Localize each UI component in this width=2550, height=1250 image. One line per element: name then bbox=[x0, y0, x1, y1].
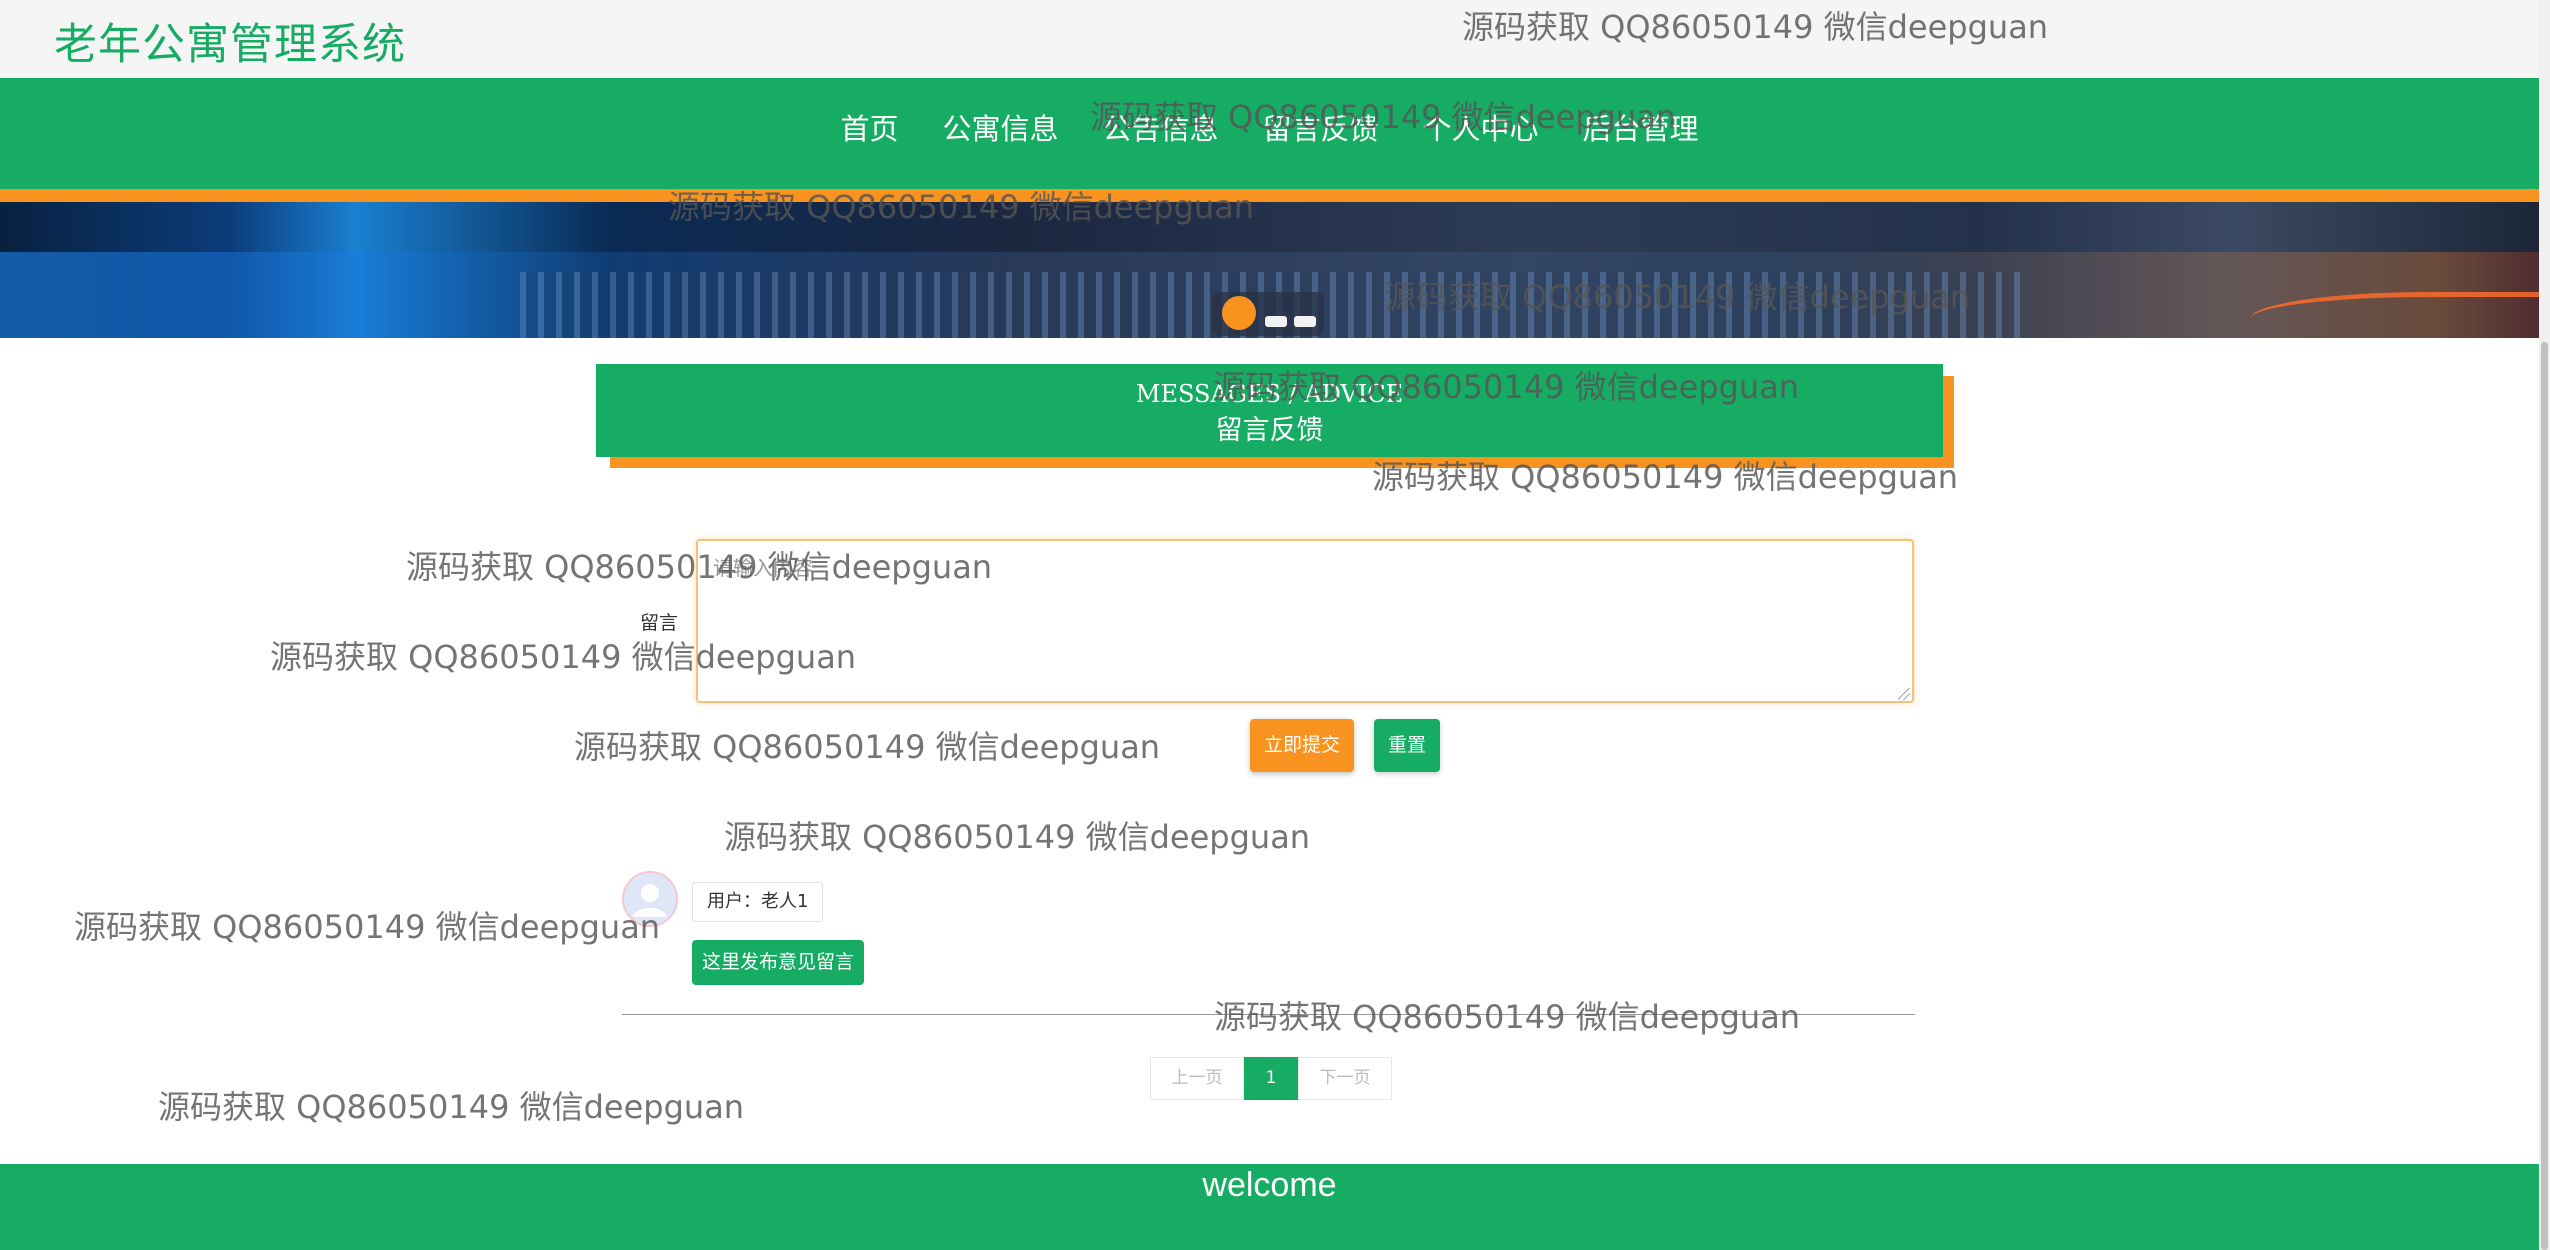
watermark-text: 源码获取 QQ86050149 微信deepguan bbox=[724, 818, 1311, 856]
message-placeholder: 请输入内容 bbox=[713, 556, 813, 580]
watermark-text: 源码获取 QQ86050149 微信deepguan bbox=[574, 728, 1161, 766]
watermark-text: 源码获取 QQ86050149 微信deepguan bbox=[74, 908, 661, 946]
carousel-dot[interactable] bbox=[1265, 316, 1287, 327]
nav-item-personal-center[interactable]: 个人中心 bbox=[1421, 106, 1541, 148]
watermark-text: 源码获取 QQ86050149 微信deepguan bbox=[1214, 998, 1801, 1036]
section-title-cn: 留言反馈 bbox=[1215, 415, 1324, 446]
pagination: 上一页 1 下一页 bbox=[1150, 1057, 1392, 1100]
site-title: 老年公寓管理系统 bbox=[54, 20, 406, 70]
submit-button[interactable]: 立即提交 bbox=[1250, 719, 1354, 772]
nav-item-admin[interactable]: 后台管理 bbox=[1581, 106, 1701, 148]
nav-accent-stripe bbox=[0, 189, 2539, 202]
prev-page-button[interactable]: 上一页 bbox=[1150, 1057, 1244, 1100]
message-content: 这里发布意见留言 bbox=[692, 940, 865, 985]
footer: welcome bbox=[0, 1164, 2539, 1250]
nav-item-announcements[interactable]: 公告信息 bbox=[1100, 106, 1220, 148]
scrollbar-thumb[interactable] bbox=[2541, 342, 2548, 1250]
carousel-dot[interactable] bbox=[1294, 316, 1316, 327]
nav-item-feedback[interactable]: 留言反馈 bbox=[1261, 106, 1381, 148]
user-avatar-icon bbox=[622, 871, 678, 927]
section-title: MESSAGES / ADVICE 留言反馈 bbox=[596, 364, 1943, 457]
nav-item-apartment-info[interactable]: 公寓信息 bbox=[940, 106, 1060, 148]
message-textarea[interactable] bbox=[696, 539, 1914, 703]
nav-item-home[interactable]: 首页 bbox=[838, 106, 900, 148]
page-number-current[interactable]: 1 bbox=[1244, 1057, 1298, 1100]
message-divider bbox=[622, 1014, 1915, 1015]
watermark-text: 源码获取 QQ86050149 微信deepguan bbox=[158, 1088, 745, 1126]
footer-text: welcome bbox=[1202, 1166, 1337, 1204]
resize-handle-icon[interactable] bbox=[1898, 688, 1910, 700]
message-label: 留言 bbox=[640, 612, 679, 634]
section-title-en: MESSAGES / ADVICE bbox=[1135, 380, 1404, 408]
reset-button[interactable]: 重置 bbox=[1374, 719, 1440, 772]
next-page-button[interactable]: 下一页 bbox=[1298, 1057, 1392, 1100]
message-user: 用户：老人1 bbox=[692, 882, 824, 922]
top-header: 老年公寓管理系统 bbox=[0, 0, 2539, 78]
main-nav: 首页 公寓信息 公告信息 留言反馈 个人中心 后台管理 bbox=[0, 78, 2539, 189]
carousel-dot-active[interactable] bbox=[1222, 296, 1256, 330]
